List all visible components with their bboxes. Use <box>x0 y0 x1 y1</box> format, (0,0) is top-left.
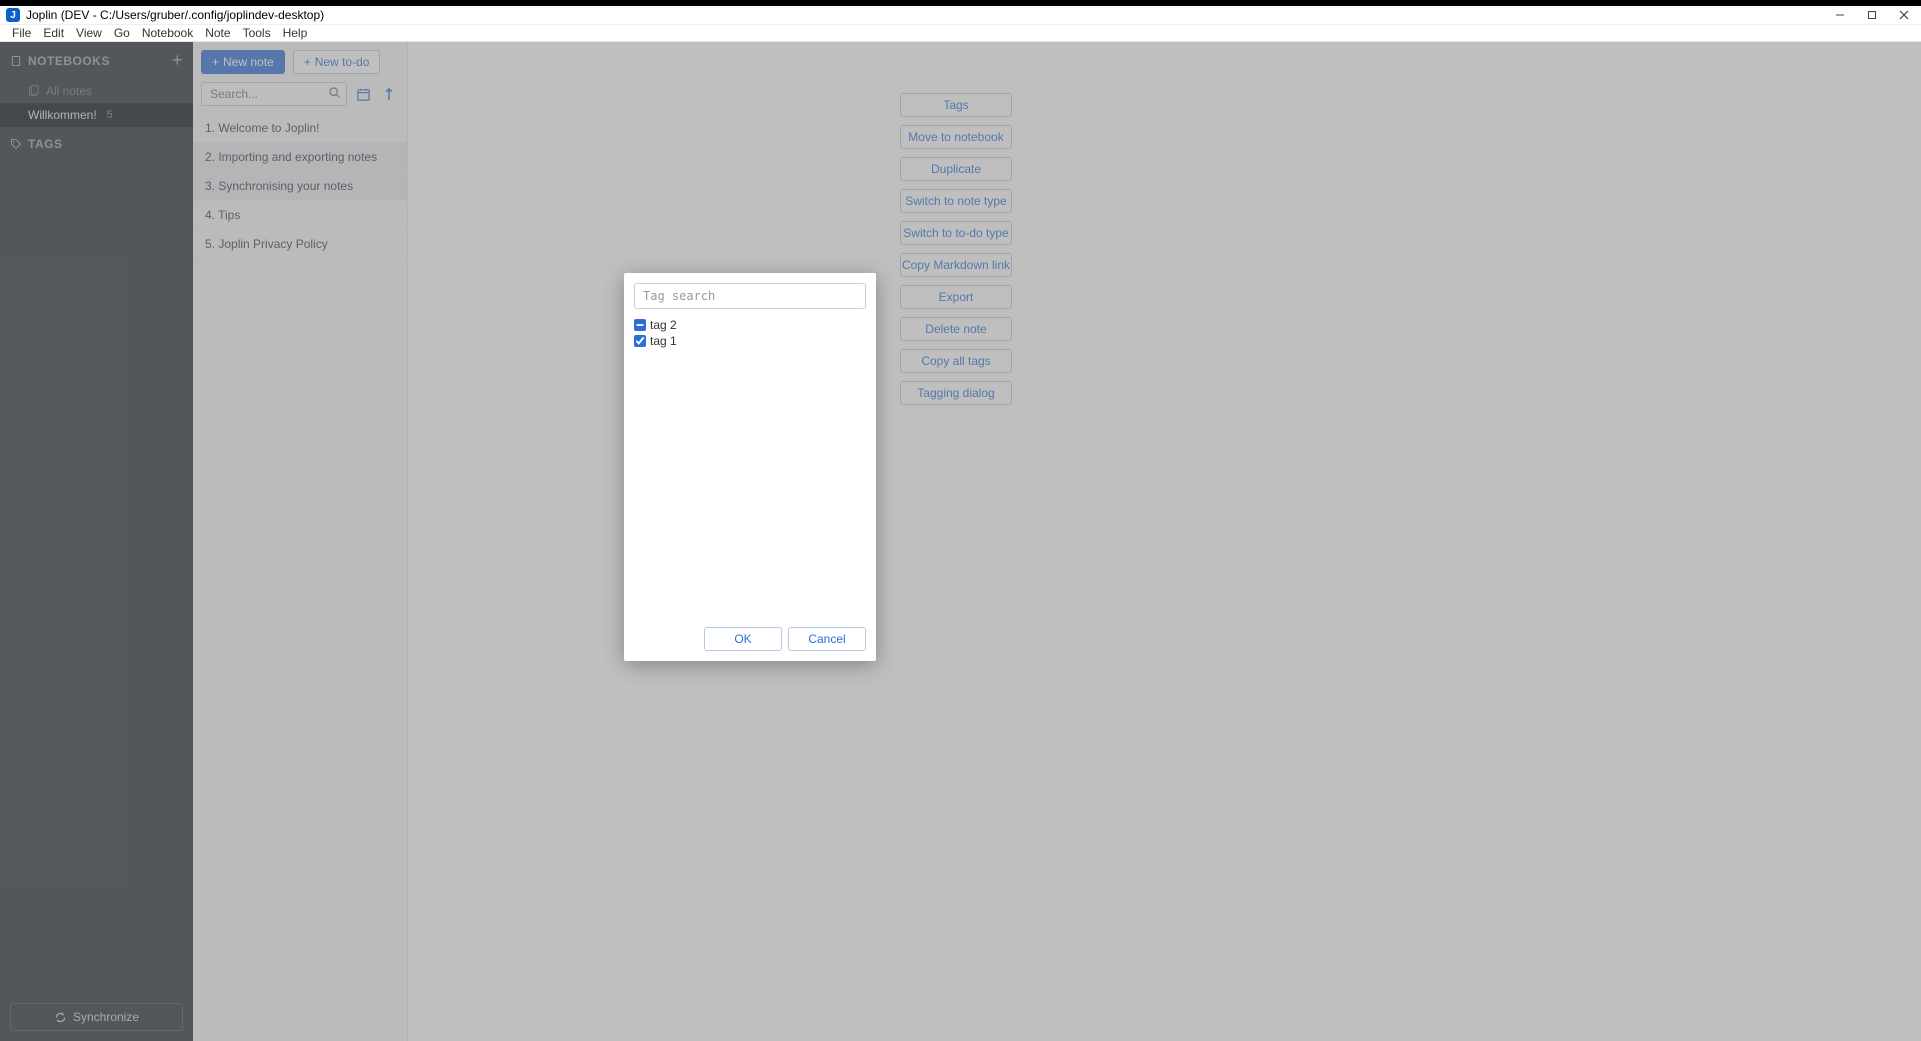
menu-note[interactable]: Note <box>199 26 236 40</box>
maximize-button[interactable] <box>1865 8 1879 22</box>
modal-backdrop <box>0 42 1921 1041</box>
menu-notebook[interactable]: Notebook <box>136 26 199 40</box>
menu-file[interactable]: File <box>6 26 37 40</box>
app-icon: J <box>6 8 20 22</box>
tag-list: tag 2 tag 1 <box>634 309 866 627</box>
tag-label: tag 2 <box>650 318 677 332</box>
menu-view[interactable]: View <box>70 26 108 40</box>
menu-go[interactable]: Go <box>108 26 136 40</box>
tag-search-input[interactable] <box>634 283 866 309</box>
menu-help[interactable]: Help <box>277 26 314 40</box>
window-title: Joplin (DEV - C:/Users/gruber/.config/jo… <box>26 8 1833 22</box>
close-button[interactable] <box>1897 8 1911 22</box>
tag-row[interactable]: tag 1 <box>634 333 866 349</box>
dialog-cancel-button[interactable]: Cancel <box>788 627 866 651</box>
menu-edit[interactable]: Edit <box>37 26 70 40</box>
tag-checkbox[interactable] <box>634 335 646 347</box>
menubar: File Edit View Go Notebook Note Tools He… <box>0 25 1921 42</box>
tag-row[interactable]: tag 2 <box>634 317 866 333</box>
tag-label: tag 1 <box>650 334 677 348</box>
menu-tools[interactable]: Tools <box>237 26 277 40</box>
tagging-dialog: tag 2 tag 1 OK Cancel <box>624 273 876 661</box>
tag-checkbox[interactable] <box>634 319 646 331</box>
titlebar: J Joplin (DEV - C:/Users/gruber/.config/… <box>0 6 1921 25</box>
dialog-ok-button[interactable]: OK <box>704 627 782 651</box>
minimize-button[interactable] <box>1833 8 1847 22</box>
